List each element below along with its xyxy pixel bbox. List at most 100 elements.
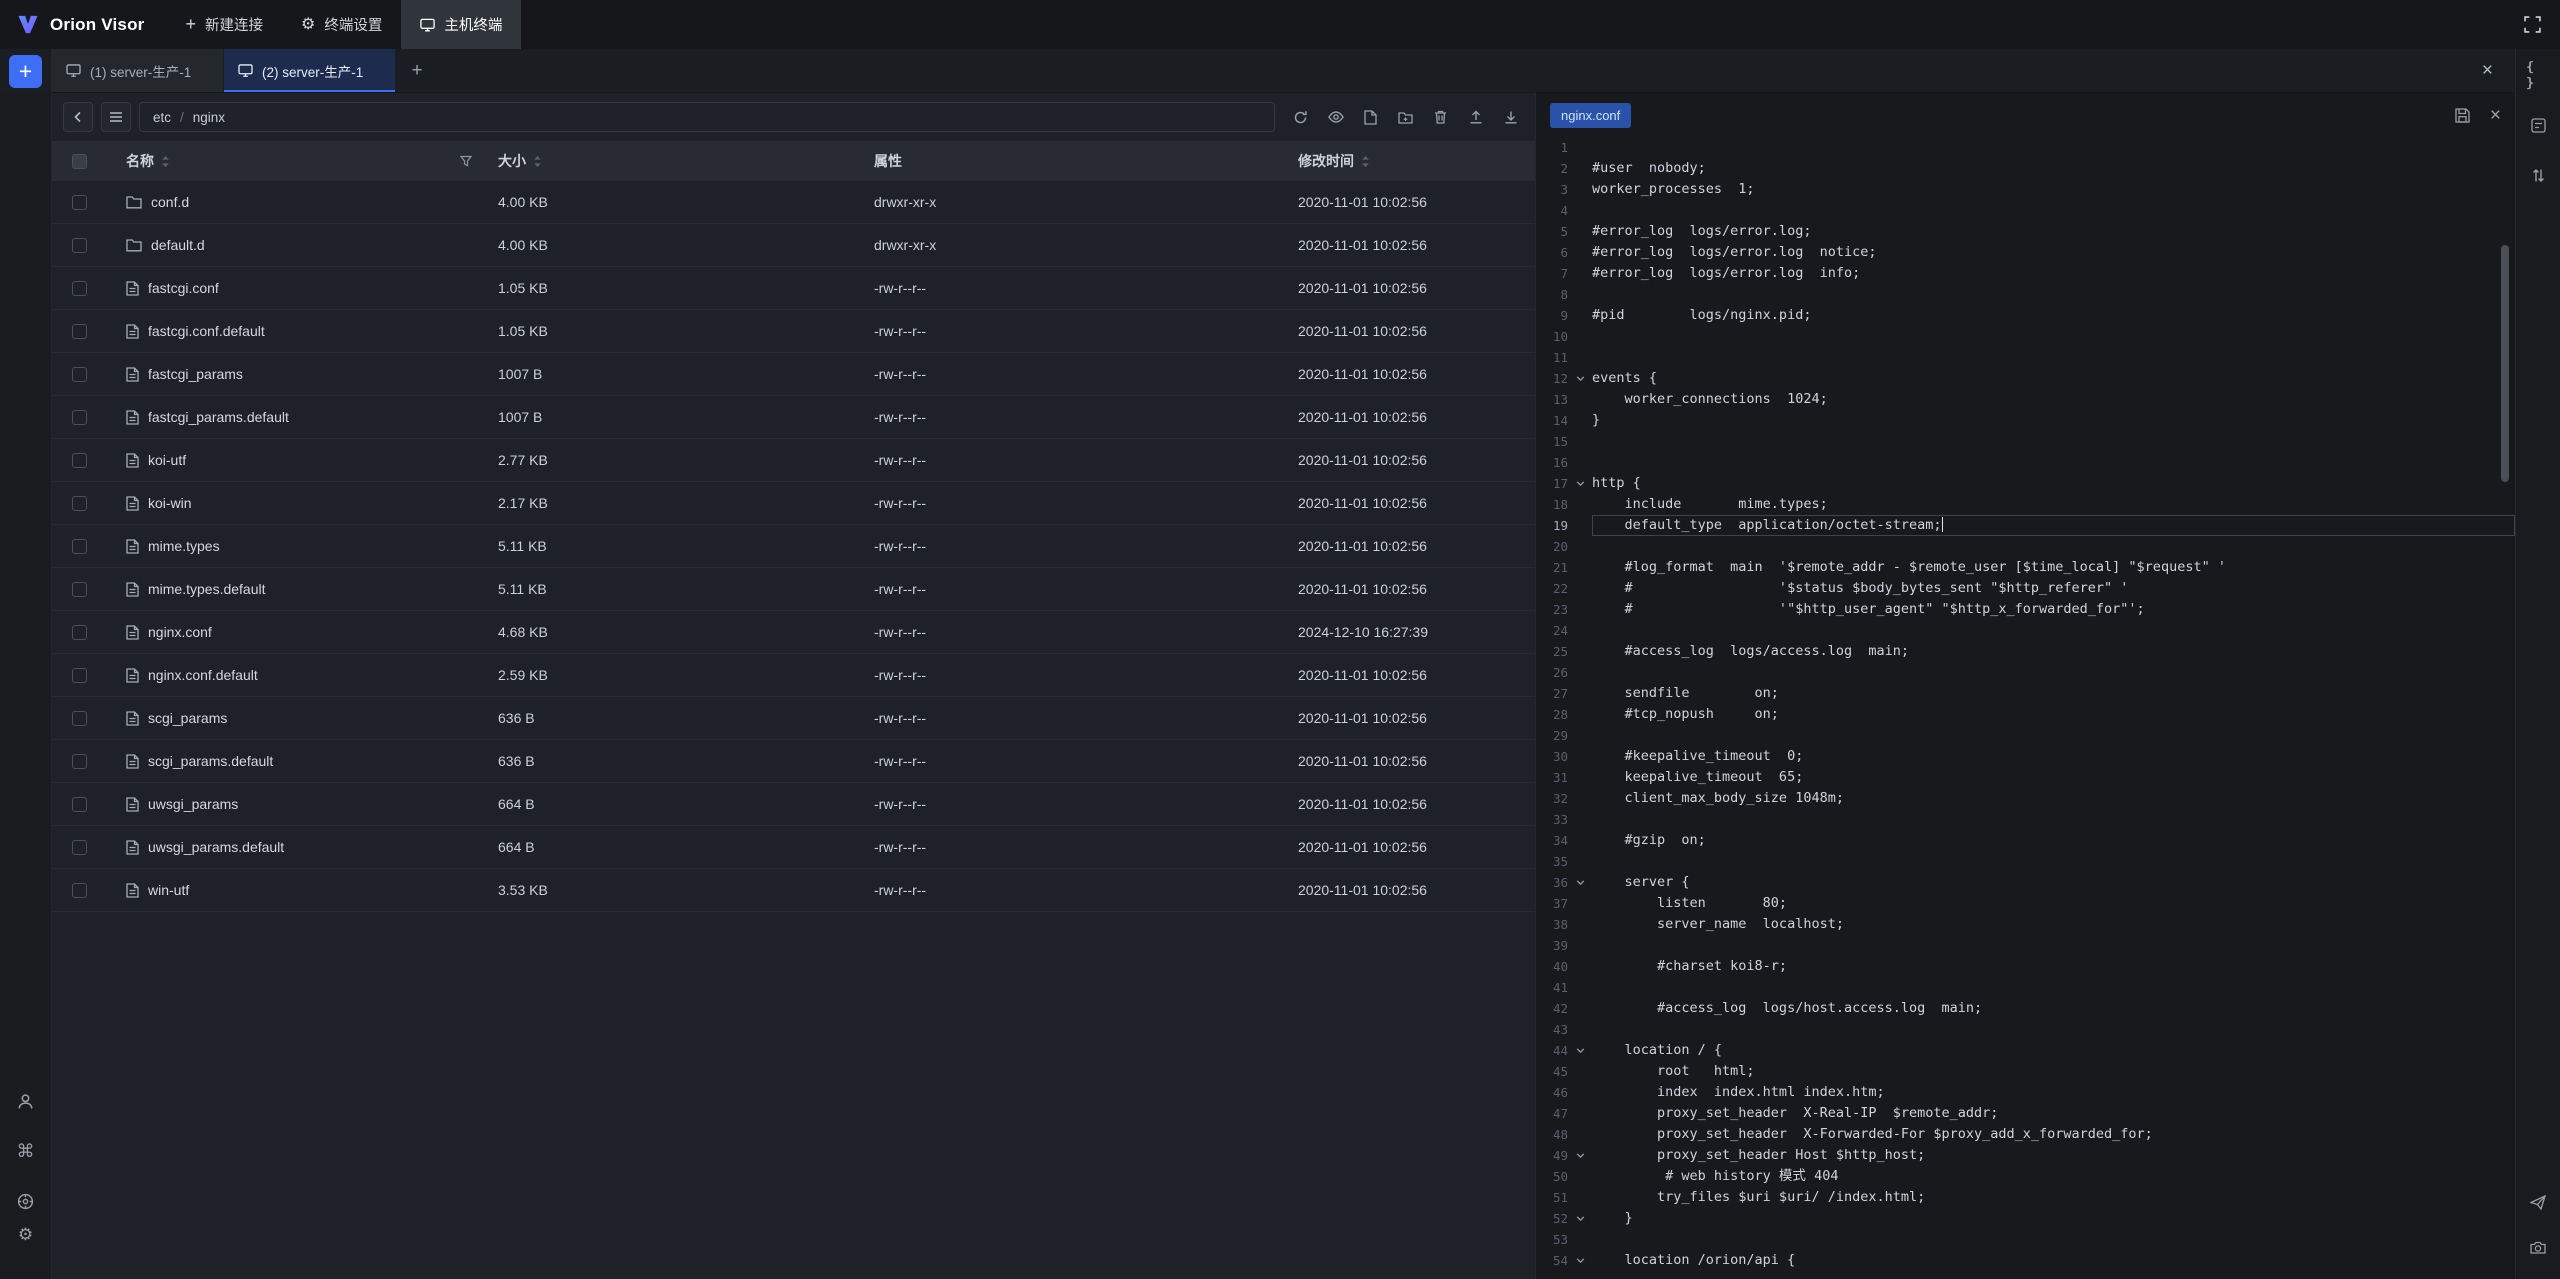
new-folder-icon[interactable]	[1392, 102, 1419, 132]
new-terminal-button[interactable]: +	[9, 55, 42, 88]
editor-line[interactable]: 47 proxy_set_header X-Real-IP $remote_ad…	[1536, 1103, 2515, 1124]
editor-line[interactable]: 34 #gzip on;	[1536, 830, 2515, 851]
file-name[interactable]: nginx.conf.default	[148, 667, 258, 683]
table-row[interactable]: conf.d4.00 KBdrwxr-xr-x2020-11-01 10:02:…	[52, 181, 1535, 224]
terminal-tab[interactable]: (1) server-生产-1	[52, 49, 224, 92]
braces-icon[interactable]: { }	[2526, 63, 2550, 87]
list-view-button[interactable]	[101, 102, 131, 132]
close-editor-icon[interactable]: ×	[2490, 106, 2501, 125]
table-row[interactable]: koi-utf2.77 KB-rw-r--r--2020-11-01 10:02…	[52, 439, 1535, 482]
table-row[interactable]: uwsgi_params664 B-rw-r--r--2020-11-01 10…	[52, 783, 1535, 826]
row-checkbox[interactable]	[72, 281, 87, 296]
table-row[interactable]: koi-win2.17 KB-rw-r--r--2020-11-01 10:02…	[52, 482, 1535, 525]
editor-line[interactable]: 48 proxy_set_header X-Forwarded-For $pro…	[1536, 1124, 2515, 1145]
editor-line[interactable]: 24	[1536, 620, 2515, 641]
row-checkbox[interactable]	[72, 324, 87, 339]
table-row[interactable]: mime.types5.11 KB-rw-r--r--2020-11-01 10…	[52, 525, 1535, 568]
editor-scrollbar[interactable]	[2501, 245, 2509, 482]
table-row[interactable]: nginx.conf4.68 KB-rw-r--r--2024-12-10 16…	[52, 611, 1535, 654]
editor-line[interactable]: 19 default_type application/octet-stream…	[1536, 515, 2515, 536]
editor-code[interactable]: 12#user nobody;3worker_processes 1;45#er…	[1536, 137, 2515, 1279]
table-row[interactable]: default.d4.00 KBdrwxr-xr-x2020-11-01 10:…	[52, 224, 1535, 267]
editor-line[interactable]: 53	[1536, 1229, 2515, 1250]
table-row[interactable]: fastcgi.conf1.05 KB-rw-r--r--2020-11-01 …	[52, 267, 1535, 310]
fold-chevron-icon[interactable]	[1568, 1045, 1592, 1056]
nav-host-terminal[interactable]: 主机终端	[401, 0, 521, 49]
editor-line[interactable]: 22 # '$status $body_bytes_sent "$http_re…	[1536, 578, 2515, 599]
breadcrumb-segment-etc[interactable]: etc	[153, 110, 171, 125]
new-file-icon[interactable]	[1357, 102, 1384, 132]
snippet-icon[interactable]	[2526, 113, 2550, 137]
fold-chevron-icon[interactable]	[1568, 373, 1592, 384]
file-name[interactable]: default.d	[151, 237, 205, 253]
save-icon[interactable]	[2455, 108, 2470, 123]
file-name[interactable]: koi-win	[148, 495, 192, 511]
file-name[interactable]: fastcgi_params	[148, 366, 243, 382]
file-name[interactable]: fastcgi.conf.default	[148, 323, 265, 339]
sort-size-icon[interactable]	[533, 155, 542, 168]
editor-line[interactable]: 1	[1536, 137, 2515, 158]
row-checkbox[interactable]	[72, 367, 87, 382]
swap-sort-icon[interactable]	[2526, 163, 2550, 187]
editor-line[interactable]: 10	[1536, 326, 2515, 347]
row-checkbox[interactable]	[72, 496, 87, 511]
editor-line[interactable]: 38 server_name localhost;	[1536, 914, 2515, 935]
column-name-label[interactable]: 名称	[126, 151, 154, 171]
close-all-tabs-icon[interactable]: ×	[2460, 49, 2515, 92]
table-row[interactable]: fastcgi.conf.default1.05 KB-rw-r--r--202…	[52, 310, 1535, 353]
editor-line[interactable]: 29	[1536, 725, 2515, 746]
editor-line[interactable]: 18 include mime.types;	[1536, 494, 2515, 515]
editor-line[interactable]: 49 proxy_set_header Host $http_host;	[1536, 1145, 2515, 1166]
table-row[interactable]: fastcgi_params.default1007 B-rw-r--r--20…	[52, 396, 1535, 439]
editor-line[interactable]: 17http {	[1536, 473, 2515, 494]
breadcrumb[interactable]: etc / nginx	[139, 102, 1275, 132]
editor-line[interactable]: 9#pid logs/nginx.pid;	[1536, 305, 2515, 326]
table-row[interactable]: uwsgi_params.default664 B-rw-r--r--2020-…	[52, 826, 1535, 869]
keyboard-shortcut-icon[interactable]: ⌘	[14, 1139, 38, 1163]
row-checkbox[interactable]	[72, 195, 87, 210]
editor-line[interactable]: 23 # '"$http_user_agent" "$http_x_forwar…	[1536, 599, 2515, 620]
editor-line[interactable]: 31 keepalive_timeout 65;	[1536, 767, 2515, 788]
fold-chevron-icon[interactable]	[1568, 1150, 1592, 1161]
row-checkbox[interactable]	[72, 797, 87, 812]
file-name[interactable]: fastcgi.conf	[148, 280, 219, 296]
editor-line[interactable]: 45 root html;	[1536, 1061, 2515, 1082]
editor-line[interactable]: 43	[1536, 1019, 2515, 1040]
table-row[interactable]: fastcgi_params1007 B-rw-r--r--2020-11-01…	[52, 353, 1535, 396]
editor-line[interactable]: 30 #keepalive_timeout 0;	[1536, 746, 2515, 767]
column-size-label[interactable]: 大小	[498, 151, 526, 171]
editor-line[interactable]: 39	[1536, 935, 2515, 956]
file-name[interactable]: uwsgi_params.default	[148, 839, 284, 855]
editor-line[interactable]: 46 index index.html index.htm;	[1536, 1082, 2515, 1103]
editor-line[interactable]: 7#error_log logs/error.log info;	[1536, 263, 2515, 284]
editor-line[interactable]: 21 #log_format main '$remote_addr - $rem…	[1536, 557, 2515, 578]
delete-trash-icon[interactable]	[1427, 102, 1454, 132]
fullscreen-icon[interactable]	[2505, 16, 2560, 33]
refresh-icon[interactable]	[1287, 102, 1314, 132]
download-icon[interactable]	[1497, 102, 1524, 132]
file-name[interactable]: nginx.conf	[148, 624, 212, 640]
fold-chevron-icon[interactable]	[1568, 877, 1592, 888]
upload-icon[interactable]	[1462, 102, 1489, 132]
row-checkbox[interactable]	[72, 840, 87, 855]
file-name[interactable]: win-utf	[148, 882, 189, 898]
row-checkbox[interactable]	[72, 625, 87, 640]
editor-line[interactable]: 54 location /orion/api {	[1536, 1250, 2515, 1271]
file-name[interactable]: mime.types.default	[148, 581, 266, 597]
screenshot-camera-icon[interactable]	[2526, 1235, 2550, 1259]
editor-line[interactable]: 25 #access_log logs/access.log main;	[1536, 641, 2515, 662]
row-checkbox[interactable]	[72, 711, 87, 726]
editor-line[interactable]: 8	[1536, 284, 2515, 305]
editor-line[interactable]: 40 #charset koi8-r;	[1536, 956, 2515, 977]
file-name[interactable]: fastcgi_params.default	[148, 409, 289, 425]
editor-line[interactable]: 20	[1536, 536, 2515, 557]
editor-line[interactable]: 5#error_log logs/error.log;	[1536, 221, 2515, 242]
editor-line[interactable]: 35	[1536, 851, 2515, 872]
editor-line[interactable]: 41	[1536, 977, 2515, 998]
editor-line[interactable]: 12events {	[1536, 368, 2515, 389]
row-checkbox[interactable]	[72, 539, 87, 554]
row-checkbox[interactable]	[72, 883, 87, 898]
file-name[interactable]: koi-utf	[148, 452, 186, 468]
theme-icon[interactable]	[14, 1189, 38, 1213]
filter-icon[interactable]	[460, 155, 472, 167]
